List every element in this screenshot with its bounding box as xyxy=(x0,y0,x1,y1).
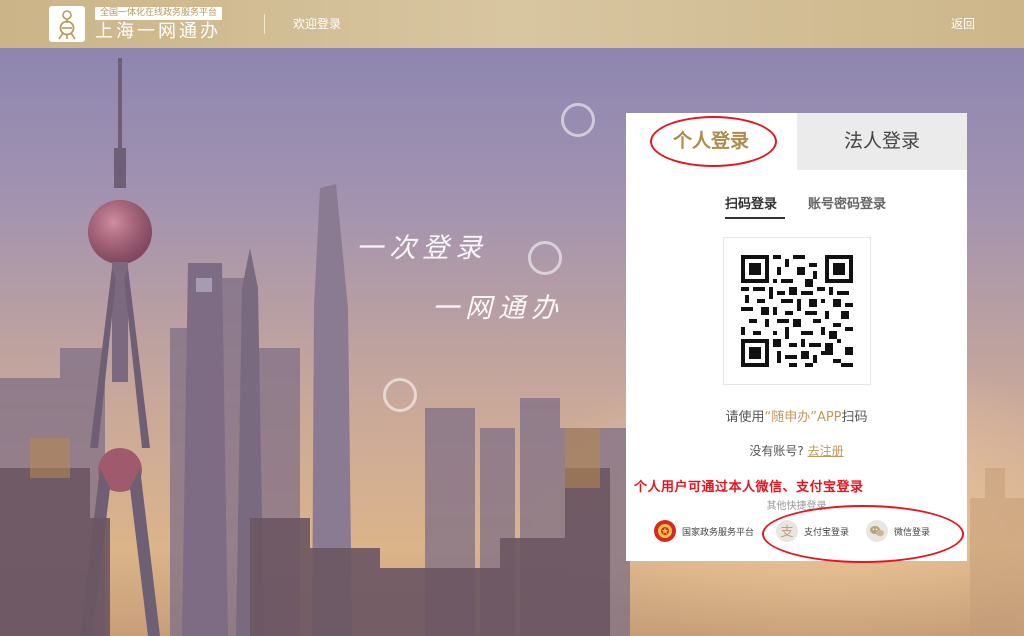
platform-label: 全国一体化在线政务服务平台 xyxy=(95,7,223,20)
register-prompt: 没有账号? xyxy=(749,444,804,458)
yiwangtongban-logo-icon xyxy=(49,6,85,42)
slogan-line-2: 一网通办 xyxy=(432,293,564,324)
quick-login-label: 其他快捷登录 xyxy=(766,501,827,512)
national-emblem-icon xyxy=(654,520,676,542)
header-divider xyxy=(264,14,265,34)
back-link[interactable]: 返回 xyxy=(951,15,975,33)
quick-login-bar: 国家政务服务平台 支 支付宝登录 微信登录 xyxy=(626,511,967,551)
qr-code-box xyxy=(723,237,871,385)
tab-qr-login[interactable]: 扫码登录 xyxy=(725,195,777,215)
tab-personal-login[interactable]: 个人登录 xyxy=(626,113,796,170)
platform-name: 上海一网通办 xyxy=(95,21,221,42)
active-tab-underline xyxy=(725,217,785,219)
slogan-line-1: 一次登录 xyxy=(356,233,488,264)
decorative-ring xyxy=(561,103,595,137)
alipay-icon: 支 xyxy=(776,520,798,542)
scan-hint-app-name: “随申办”APP xyxy=(764,410,842,425)
wechat-login-label: 微信登录 xyxy=(894,527,931,538)
wechat-icon xyxy=(866,520,888,542)
scan-hint-prefix: 请使用 xyxy=(725,410,765,425)
register-row: 没有账号? 去注册 xyxy=(626,442,967,459)
qr-code-image xyxy=(741,255,853,367)
decorative-ring xyxy=(383,378,417,412)
login-card: 个人登录 法人登录 扫码登录 账号密码登录 请使用“随申办”APP扫码 没有账号… xyxy=(626,113,967,561)
top-header: 全国一体化在线政务服务平台 上海一网通办 欢迎登录 返回 xyxy=(0,0,1024,48)
welcome-text: 欢迎登录 xyxy=(293,17,342,31)
national-platform-label: 国家政务服务平台 xyxy=(682,527,755,538)
scan-hint-suffix: 扫码 xyxy=(841,410,868,425)
register-link[interactable]: 去注册 xyxy=(808,444,844,458)
wechat-login-button[interactable]: 微信登录 xyxy=(866,519,930,543)
alipay-login-label: 支付宝登录 xyxy=(804,527,850,538)
tab-legal-login[interactable]: 法人登录 xyxy=(797,113,967,170)
alipay-login-button[interactable]: 支 支付宝登录 xyxy=(776,519,849,543)
svg-text:支: 支 xyxy=(780,525,793,540)
scan-hint: 请使用“随申办”APP扫码 xyxy=(626,406,967,425)
tab-password-login[interactable]: 账号密码登录 xyxy=(808,195,886,215)
login-method-tabs: 扫码登录 账号密码登录 xyxy=(626,195,967,219)
decorative-ring xyxy=(528,241,562,275)
national-platform-login-button[interactable]: 国家政务服务平台 xyxy=(654,519,754,543)
annotation-text: 个人用户可通过本人微信、支付宝登录 xyxy=(634,480,864,495)
